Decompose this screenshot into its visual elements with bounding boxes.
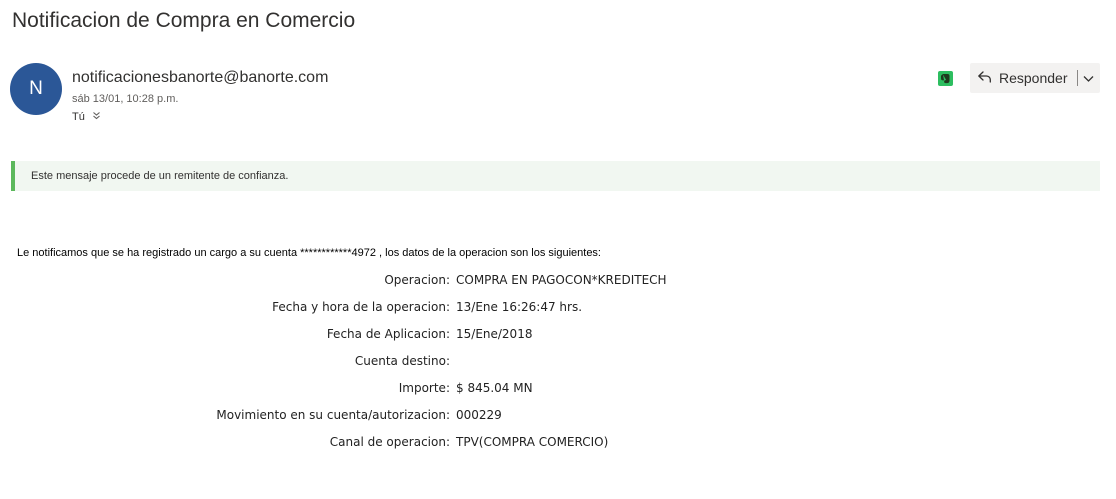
detail-row: Cuenta destino: <box>0 347 1116 374</box>
detail-value: $ 845.04 MN <box>456 381 533 395</box>
recipient-label: Tú <box>72 111 85 123</box>
reply-label: Responder <box>999 70 1068 86</box>
email-subject: Notificacion de Compra en Comercio <box>12 9 356 32</box>
detail-value: TPV(COMPRA COMERCIO) <box>456 435 609 449</box>
detail-label: Importe: <box>398 381 450 395</box>
detail-label: Fecha de Aplicacion: <box>326 327 450 341</box>
received-date: sáb 13/01, 10:28 p.m. <box>72 93 179 105</box>
chevron-down-icon <box>1083 70 1094 86</box>
detail-row: Fecha y hora de la operacion: 13/Ene 16:… <box>0 293 1116 320</box>
detail-row: Canal de operacion: TPV(COMPRA COMERCIO) <box>0 428 1116 455</box>
recipients-row[interactable]: Tú <box>72 111 101 123</box>
detail-label: Fecha y hora de la operacion: <box>272 300 450 314</box>
detail-row: Importe: $ 845.04 MN <box>0 374 1116 401</box>
trusted-sender-banner: Este mensaje procede de un remitente de … <box>11 161 1100 191</box>
reply-arrow-icon <box>977 70 992 87</box>
reply-options-button[interactable] <box>1078 63 1100 93</box>
detail-value: 15/Ene/2018 <box>456 327 533 341</box>
detail-label: Movimiento en su cuenta/autorizacion: <box>216 408 450 422</box>
detail-label: Canal de operacion: <box>329 435 450 449</box>
sender-avatar[interactable]: N <box>10 63 62 115</box>
detail-label: Cuenta destino: <box>354 354 450 368</box>
reply-button[interactable]: Responder <box>970 63 1068 93</box>
reply-button-group: Responder <box>970 63 1100 93</box>
detail-row: Operacion: COMPRA EN PAGOCON*KREDITECH <box>0 266 1116 293</box>
detail-value: 000229 <box>456 408 502 422</box>
evernote-icon[interactable] <box>938 71 953 86</box>
expand-recipients-icon[interactable] <box>92 111 101 123</box>
avatar-initial: N <box>29 78 43 99</box>
detail-row: Fecha de Aplicacion: 15/Ene/2018 <box>0 320 1116 347</box>
sender-email[interactable]: notificacionesbanorte@banorte.com <box>72 69 328 87</box>
detail-value: 13/Ene 16:26:47 hrs. <box>456 300 583 314</box>
detail-row: Movimiento en su cuenta/autorizacion: 00… <box>0 401 1116 428</box>
message-intro: Le notificamos que se ha registrado un c… <box>17 247 601 259</box>
detail-value: COMPRA EN PAGOCON*KREDITECH <box>456 273 667 287</box>
trusted-sender-text: Este mensaje procede de un remitente de … <box>31 170 289 182</box>
detail-label: Operacion: <box>384 273 450 287</box>
